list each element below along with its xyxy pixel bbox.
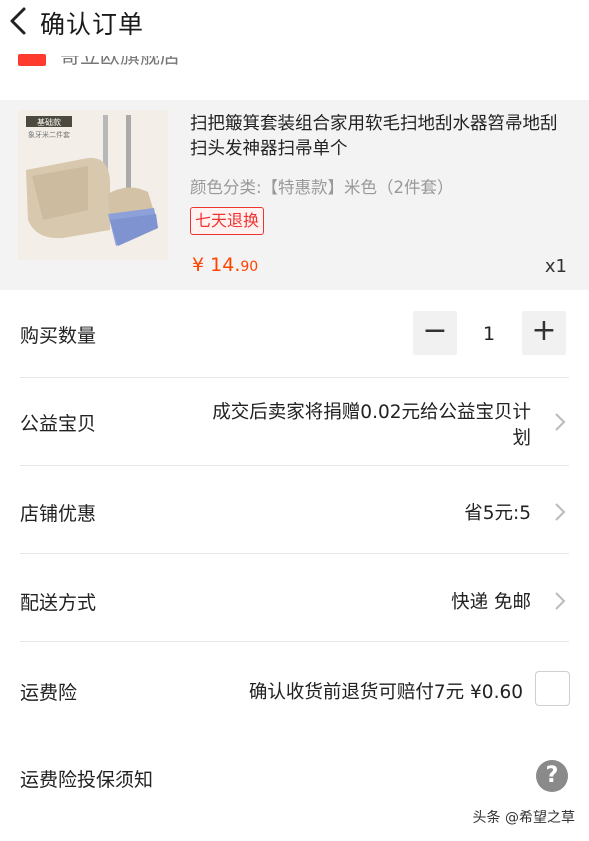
back-arrow-icon[interactable] xyxy=(6,6,32,36)
charity-row[interactable]: 公益宝贝 成交后卖家将捐赠0.02元给公益宝贝计 划 xyxy=(0,378,589,466)
shipping-insurance-value: 确认收货前退货可赔付7元 ¥0.60 xyxy=(248,682,523,703)
header: 确认订单 xyxy=(0,0,589,46)
charity-value-line2: 划 xyxy=(512,428,531,449)
product-image-sublabel: 象牙米二件套 xyxy=(28,130,70,139)
quantity-label: 购买数量 xyxy=(20,325,97,347)
shipping-insurance-checkbox[interactable] xyxy=(535,671,570,706)
chevron-right-icon xyxy=(555,592,566,610)
chevron-right-icon xyxy=(555,503,566,521)
product-card[interactable]: 基础款 象牙米二件套 扫把簸箕套装组合家用软毛扫地刮水器笤帚地刮扫头发神器扫帚单… xyxy=(0,100,589,290)
price-symbol: ¥ xyxy=(192,254,211,276)
charity-label: 公益宝贝 xyxy=(20,413,97,435)
watermark: 头条 @希望之草 xyxy=(472,810,575,826)
delivery-label: 配送方式 xyxy=(20,592,97,614)
charity-value-line1: 成交后卖家将捐赠0.02元给公益宝贝计 xyxy=(212,402,531,423)
price-integer: 14. xyxy=(210,254,241,276)
quantity-row: 购买数量 − 1 + xyxy=(0,290,589,378)
chevron-right-icon xyxy=(555,413,566,431)
page-title: 确认订单 xyxy=(40,10,145,39)
product-title[interactable]: 扫把簸箕套装组合家用软毛扫地刮水器笤帚地刮扫头发神器扫帚单个 xyxy=(190,112,570,162)
shop-name: 哥立欧旗舰店 xyxy=(60,46,180,68)
shop-badge xyxy=(18,54,46,66)
product-quantity: x1 xyxy=(544,256,567,277)
insurance-notice-label: 运费险投保须知 xyxy=(20,769,154,791)
shipping-insurance-row: 运费险 确认收货前退货可赔付7元 ¥0.60 xyxy=(0,642,589,732)
shop-discount-label: 店铺优惠 xyxy=(20,503,97,525)
product-image[interactable]: 基础款 象牙米二件套 xyxy=(18,110,168,260)
delivery-row[interactable]: 配送方式 快递 免邮 xyxy=(0,554,589,642)
price-decimal: 90 xyxy=(240,259,259,275)
shop-discount-row[interactable]: 店铺优惠 省5元:5 xyxy=(0,466,589,554)
product-spec: 颜色分类:【特惠款】米色（2件套） xyxy=(190,178,454,197)
plus-button[interactable]: + xyxy=(522,311,566,355)
minus-button[interactable]: − xyxy=(413,311,457,355)
product-image-label: 基础款 xyxy=(37,117,61,127)
return-policy-tag: 七天退换 xyxy=(190,207,265,235)
quantity-value[interactable]: 1 xyxy=(474,323,504,345)
question-icon[interactable]: ? xyxy=(536,760,568,792)
shop-strip[interactable]: 哥立欧旗舰店 xyxy=(0,46,589,68)
shop-discount-value: 省5元:5 xyxy=(464,503,531,524)
product-price: ¥ 14.90 xyxy=(192,254,258,276)
shipping-insurance-label: 运费险 xyxy=(20,682,78,704)
delivery-value: 快递 免邮 xyxy=(451,592,531,613)
